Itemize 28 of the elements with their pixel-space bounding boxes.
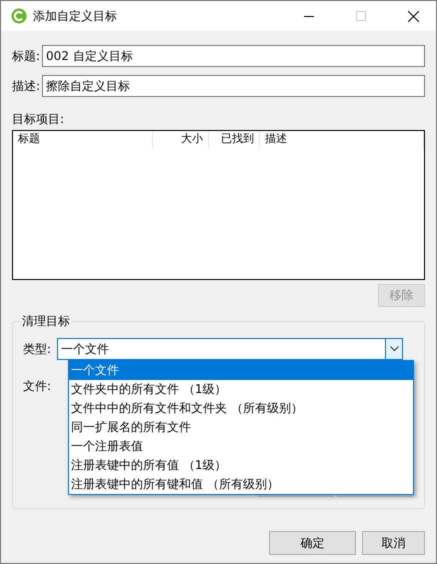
group-title: 清理目标 bbox=[20, 313, 72, 330]
app-logo-icon bbox=[11, 8, 27, 24]
items-list[interactable]: 标题 大小 已找到 描述 bbox=[12, 130, 425, 280]
dropdown-option[interactable]: 文件中中的所有文件和文件夹 （所有级别） bbox=[69, 399, 413, 418]
field-label: 标题: bbox=[12, 48, 40, 64]
dropdown-option[interactable]: 一个文件 bbox=[69, 361, 413, 380]
dropdown-option[interactable]: 同一扩展名的所有文件 bbox=[69, 418, 413, 437]
dialog-button[interactable]: 确定 bbox=[269, 531, 356, 555]
type-label: 类型: bbox=[23, 340, 52, 358]
dropdown-option[interactable]: 一个注册表值 bbox=[69, 437, 413, 456]
close-icon[interactable] bbox=[408, 10, 418, 22]
dropdown-option[interactable]: 文件夹中的所有文件 （1级） bbox=[69, 380, 413, 399]
chevron-down-icon bbox=[390, 346, 399, 352]
window-title: 添加自定义目标 bbox=[33, 8, 118, 24]
type-dropdown[interactable]: 一个文件 bbox=[57, 338, 404, 360]
column-header[interactable]: 标题 bbox=[13, 131, 153, 149]
section-label: 目标项目: bbox=[12, 111, 66, 128]
dropdown-option[interactable]: 注册表键中的所有值 （1级） bbox=[69, 456, 413, 475]
maximize-icon bbox=[356, 11, 366, 21]
column-header[interactable]: 描述 bbox=[260, 131, 424, 149]
column-header[interactable]: 已找到 bbox=[209, 131, 260, 149]
text-field[interactable]: 002 自定义目标 bbox=[42, 45, 425, 67]
field-label: 描述: bbox=[12, 78, 40, 94]
column-header[interactable]: 大小 bbox=[153, 131, 209, 149]
file-label: 文件: bbox=[23, 378, 52, 395]
dropdown-option[interactable]: 注册表键中的所有键和值 （所有级别） bbox=[69, 475, 413, 494]
dialog-button[interactable]: 取消 bbox=[362, 531, 425, 555]
text-field[interactable]: 擦除自定义目标 bbox=[42, 75, 425, 97]
